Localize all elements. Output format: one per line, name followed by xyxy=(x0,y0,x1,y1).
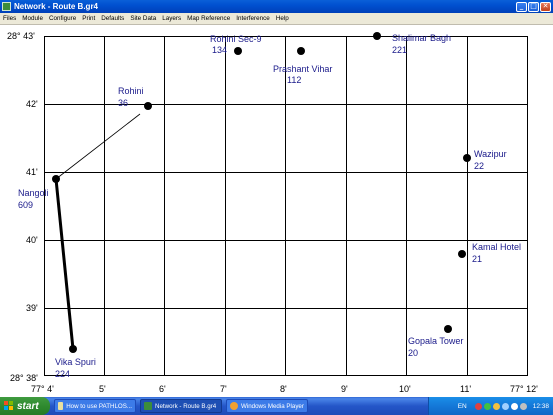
taskbar-button-network[interactable]: Network - Route B.gr4 xyxy=(140,399,222,413)
minimize-icon: _ xyxy=(519,2,524,10)
site-marker-gopala-tower[interactable] xyxy=(444,325,452,333)
x-axis-label: 10' xyxy=(399,384,411,394)
media-player-icon xyxy=(230,402,238,410)
menu-item-module[interactable]: Module xyxy=(19,15,46,22)
windows-logo-icon xyxy=(4,401,14,411)
minimize-button[interactable]: _ xyxy=(516,1,527,12)
x-axis-label: 11' xyxy=(460,384,471,394)
site-label-name: Gopala Tower xyxy=(408,336,463,346)
y-axis-label: 40' xyxy=(26,235,38,245)
site-label-name: Prashant Vihar xyxy=(273,64,332,74)
printer-icon[interactable] xyxy=(519,402,527,410)
site-label-name: Nangoli xyxy=(18,188,49,198)
site-marker-prashant-vihar[interactable] xyxy=(297,47,305,55)
security-icon[interactable] xyxy=(474,402,482,410)
site-marker-rohini-sec-9[interactable] xyxy=(234,47,242,55)
y-axis-label: 28° 38' xyxy=(10,373,38,383)
update-icon[interactable] xyxy=(510,402,518,410)
window-title: Network - Route B.gr4 xyxy=(14,2,99,11)
x-axis-label: 9' xyxy=(341,384,348,394)
volume-icon[interactable] xyxy=(492,402,500,410)
language-indicator[interactable]: EN xyxy=(458,403,467,410)
taskbar-button-label: Windows Media Player xyxy=(241,402,304,410)
site-label-id: 609 xyxy=(18,200,33,210)
x-axis-label: 77° 12' xyxy=(510,384,538,394)
site-marker-nangoli[interactable] xyxy=(52,175,60,183)
maximize-icon: □ xyxy=(530,2,537,10)
system-tray: EN 12:38 xyxy=(428,397,553,415)
menu-item-defaults[interactable]: Defaults xyxy=(98,15,127,22)
taskbar-button-label: Network - Route B.gr4 xyxy=(155,402,217,410)
clock[interactable]: 12:38 xyxy=(533,403,549,410)
x-axis-label: 6' xyxy=(159,384,166,394)
y-axis-label: 39' xyxy=(26,303,38,313)
menu-item-layers[interactable]: Layers xyxy=(159,15,184,22)
app-icon xyxy=(144,402,152,410)
menu-item-interference[interactable]: Interference xyxy=(233,15,273,22)
network-icon[interactable] xyxy=(483,402,491,410)
taskbar-button-label: How to use PATHLOS... xyxy=(66,402,132,410)
taskbar-button-pathloss-help[interactable]: How to use PATHLOS... xyxy=(54,399,136,413)
menu-bar: Files Module Configure Print Defaults Si… xyxy=(0,13,553,25)
taskbar-button-media-player[interactable]: Windows Media Player xyxy=(226,399,308,413)
x-axis-label: 77° 4' xyxy=(31,384,54,394)
x-axis-label: 8' xyxy=(280,384,287,394)
menu-item-map-reference[interactable]: Map Reference xyxy=(184,15,233,22)
start-label: start xyxy=(17,400,39,412)
y-axis-label: 28° 43' xyxy=(7,31,35,41)
site-label-name: Wazipur xyxy=(474,149,507,159)
taskbar: start How to use PATHLOS... Network - Ro… xyxy=(0,397,553,415)
site-marker-vika-spuri[interactable] xyxy=(69,345,77,353)
menu-item-site-data[interactable]: Site Data xyxy=(127,15,159,22)
link-nangoli-vikaspuri[interactable] xyxy=(54,178,75,350)
site-marker-wazipur[interactable] xyxy=(463,154,471,162)
menu-item-help[interactable]: Help xyxy=(273,15,292,22)
network-map[interactable]: 28° 43' 42' 41' 40' 39' 28° 38' 77° 4' 5… xyxy=(0,26,553,397)
x-axis-label: 7' xyxy=(220,384,227,394)
site-label-id: 36 xyxy=(118,98,128,108)
start-button[interactable]: start xyxy=(0,397,50,415)
site-marker-rohini[interactable] xyxy=(144,102,152,110)
site-label-id: 224 xyxy=(55,369,70,379)
site-label-id: 22 xyxy=(474,161,484,171)
site-label-name: Rohini Sec-9 xyxy=(210,34,262,44)
site-label-name: Rohini xyxy=(118,86,144,96)
close-icon: ✕ xyxy=(542,2,549,10)
close-button[interactable]: ✕ xyxy=(540,1,551,12)
site-label-name: Shalimar Bagh xyxy=(392,33,451,43)
map-canvas[interactable]: 28° 43' 42' 41' 40' 39' 28° 38' 77° 4' 5… xyxy=(0,26,553,397)
site-label-id: 20 xyxy=(408,348,418,358)
site-label-name: Vika Spuri xyxy=(55,357,96,367)
site-label-id: 21 xyxy=(472,254,482,264)
menu-item-configure[interactable]: Configure xyxy=(46,15,79,22)
site-label-id: 134 xyxy=(212,45,227,55)
site-label-id: 221 xyxy=(392,45,407,55)
menu-item-files[interactable]: Files xyxy=(0,15,19,22)
link-nangoli-rohini[interactable] xyxy=(55,113,141,180)
site-marker-kamal-hotel[interactable] xyxy=(458,250,466,258)
app-icon xyxy=(2,2,11,11)
site-label-name: Kamal Hotel xyxy=(472,242,521,252)
x-axis-label: 5' xyxy=(99,384,106,394)
document-icon xyxy=(58,402,64,410)
site-marker-shalimar-bagh[interactable] xyxy=(373,32,381,40)
y-axis-label: 42' xyxy=(26,99,38,109)
y-axis-label: 41' xyxy=(26,167,38,177)
messenger-icon[interactable] xyxy=(501,402,509,410)
title-bar: Network - Route B.gr4 _ □ ✕ xyxy=(0,0,553,13)
maximize-button[interactable]: □ xyxy=(528,1,539,12)
site-label-id: 112 xyxy=(287,75,301,85)
menu-item-print[interactable]: Print xyxy=(79,15,98,22)
